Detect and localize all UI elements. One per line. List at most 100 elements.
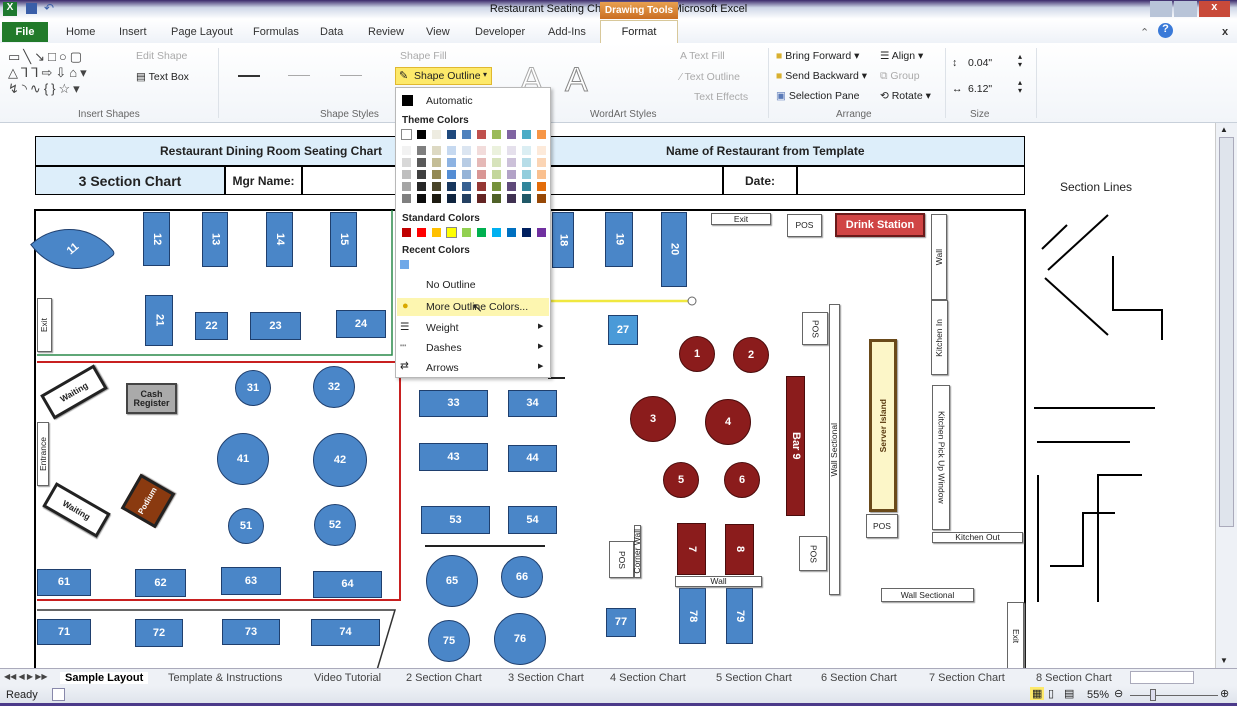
- theme-color-swatch[interactable]: [417, 130, 426, 139]
- table-65[interactable]: 65: [426, 555, 478, 607]
- table-62[interactable]: 62: [135, 569, 186, 597]
- page-break-view-icon[interactable]: ▤: [1064, 687, 1074, 700]
- theme-shade-swatch[interactable]: [522, 158, 531, 167]
- theme-shade-swatch[interactable]: [447, 158, 456, 167]
- exit[interactable]: Exit: [1007, 602, 1024, 670]
- scroll-up-icon[interactable]: ▲: [1220, 125, 1228, 134]
- table-1[interactable]: 1: [679, 336, 715, 372]
- text-effects-button[interactable]: Text Effects: [694, 91, 748, 103]
- table-7[interactable]: 7: [677, 523, 706, 575]
- send-backward-button[interactable]: ■ Send Backward ▾: [776, 70, 867, 82]
- arrows-option[interactable]: Arrows: [426, 362, 459, 374]
- sheet-tab[interactable]: 6 Section Chart: [821, 672, 897, 684]
- table-73[interactable]: 73: [222, 619, 280, 645]
- date-field[interactable]: [797, 166, 1025, 195]
- theme-shade-swatch[interactable]: [522, 182, 531, 191]
- theme-shade-swatch[interactable]: [402, 146, 411, 155]
- theme-shade-swatch[interactable]: [402, 158, 411, 167]
- theme-shade-swatch[interactable]: [507, 158, 516, 167]
- cash-register[interactable]: Cash Register: [126, 383, 177, 414]
- standard-color-swatch[interactable]: [477, 228, 486, 237]
- theme-color-swatch[interactable]: [447, 130, 456, 139]
- table-27[interactable]: 27: [608, 315, 638, 345]
- dashes-option[interactable]: Dashes: [426, 342, 462, 354]
- wall-sectional[interactable]: Wall Sectional: [829, 304, 840, 595]
- weight-option[interactable]: Weight: [426, 322, 459, 334]
- theme-color-swatch[interactable]: [432, 130, 441, 139]
- kitchen-pick-up-window[interactable]: Kitchen Pick Up Window: [932, 385, 950, 530]
- group-button[interactable]: ⧉ Group: [880, 70, 920, 83]
- table-21[interactable]: 21: [145, 295, 173, 346]
- sheet-tab[interactable]: Sample Layout: [60, 672, 149, 684]
- theme-shade-swatch[interactable]: [537, 194, 546, 203]
- theme-shade-swatch[interactable]: [447, 146, 456, 155]
- selection-pane-button[interactable]: ▣ Selection Pane: [776, 90, 859, 102]
- theme-color-swatch[interactable]: [507, 130, 516, 139]
- rotate-button[interactable]: ⟲ Rotate ▾: [880, 90, 931, 102]
- standard-color-swatch[interactable]: [492, 228, 501, 237]
- exit[interactable]: Exit: [37, 298, 52, 352]
- exit[interactable]: Exit: [711, 213, 771, 225]
- table-42[interactable]: 42: [313, 433, 367, 487]
- theme-color-swatch[interactable]: [401, 129, 412, 140]
- drink-station[interactable]: Drink Station: [835, 213, 925, 237]
- corner-wall[interactable]: Corner Wall: [632, 525, 642, 578]
- table-15[interactable]: 15: [330, 212, 357, 267]
- ribbon-collapse-icon[interactable]: ⌃: [1140, 26, 1149, 39]
- tab-data[interactable]: Data: [320, 26, 343, 38]
- table-8[interactable]: 8: [725, 524, 754, 575]
- sheet-nav-arrows[interactable]: ◀◀ ◀ ▶ ▶▶: [4, 672, 48, 681]
- wordart-style-a2[interactable]: A: [565, 61, 589, 100]
- wall[interactable]: Wall: [931, 214, 947, 300]
- entrance[interactable]: Entrance: [37, 422, 49, 486]
- table-44[interactable]: 44: [508, 445, 557, 472]
- shape-fill-button[interactable]: Shape Fill: [400, 50, 447, 62]
- normal-view-icon[interactable]: ▦: [1030, 687, 1045, 700]
- tab-formulas[interactable]: Formulas: [253, 26, 299, 38]
- shape-gallery[interactable]: ▭╲↘□○▢ △⅂⅂⇨⇩⌂▾ ↯◝∿{}☆▾: [8, 49, 90, 97]
- table-52[interactable]: 52: [314, 504, 356, 546]
- theme-shade-swatch[interactable]: [432, 146, 441, 155]
- table-43[interactable]: 43: [419, 443, 488, 471]
- tab-format[interactable]: Format: [600, 20, 678, 43]
- theme-shade-swatch[interactable]: [507, 182, 516, 191]
- table-33[interactable]: 33: [419, 390, 488, 417]
- sheet-tab[interactable]: 4 Section Chart: [610, 672, 686, 684]
- table-54[interactable]: 54: [508, 506, 557, 534]
- macro-record-icon[interactable]: [52, 688, 65, 701]
- theme-shade-swatch[interactable]: [432, 194, 441, 203]
- tab-home[interactable]: Home: [66, 26, 95, 38]
- table-74[interactable]: 74: [311, 619, 380, 646]
- theme-shade-swatch[interactable]: [417, 194, 426, 203]
- tab-insert[interactable]: Insert: [119, 26, 147, 38]
- theme-shade-swatch[interactable]: [477, 170, 486, 179]
- zoom-slider[interactable]: [1130, 695, 1218, 696]
- theme-shade-swatch[interactable]: [522, 194, 531, 203]
- theme-shade-swatch[interactable]: [522, 146, 531, 155]
- theme-color-swatch[interactable]: [477, 130, 486, 139]
- minimize-button[interactable]: [1150, 1, 1173, 17]
- table-12[interactable]: 12: [143, 212, 170, 266]
- theme-shade-swatch[interactable]: [477, 146, 486, 155]
- theme-shade-swatch[interactable]: [402, 170, 411, 179]
- theme-shade-swatch[interactable]: [417, 146, 426, 155]
- theme-shade-swatch[interactable]: [402, 182, 411, 191]
- theme-shade-swatch[interactable]: [402, 194, 411, 203]
- horizontal-scrollbar[interactable]: [1130, 671, 1194, 684]
- table-78[interactable]: 78: [679, 588, 706, 644]
- table-75[interactable]: 75: [428, 620, 470, 662]
- worksheet[interactable]: Restaurant Dining Room Seating Chart Nam…: [0, 123, 1215, 670]
- pos[interactable]: POS: [866, 514, 898, 538]
- standard-color-swatch[interactable]: [537, 228, 546, 237]
- theme-color-swatch[interactable]: [537, 130, 546, 139]
- table-24[interactable]: 24: [336, 310, 386, 338]
- pos[interactable]: POS: [799, 536, 827, 571]
- theme-shade-swatch[interactable]: [417, 158, 426, 167]
- theme-shade-swatch[interactable]: [507, 146, 516, 155]
- table-72[interactable]: 72: [135, 619, 183, 647]
- theme-shade-swatch[interactable]: [462, 194, 471, 203]
- theme-shade-swatch[interactable]: [492, 158, 501, 167]
- table-3[interactable]: 3: [630, 396, 676, 442]
- theme-shade-swatch[interactable]: [462, 170, 471, 179]
- tab-review[interactable]: Review: [368, 26, 404, 38]
